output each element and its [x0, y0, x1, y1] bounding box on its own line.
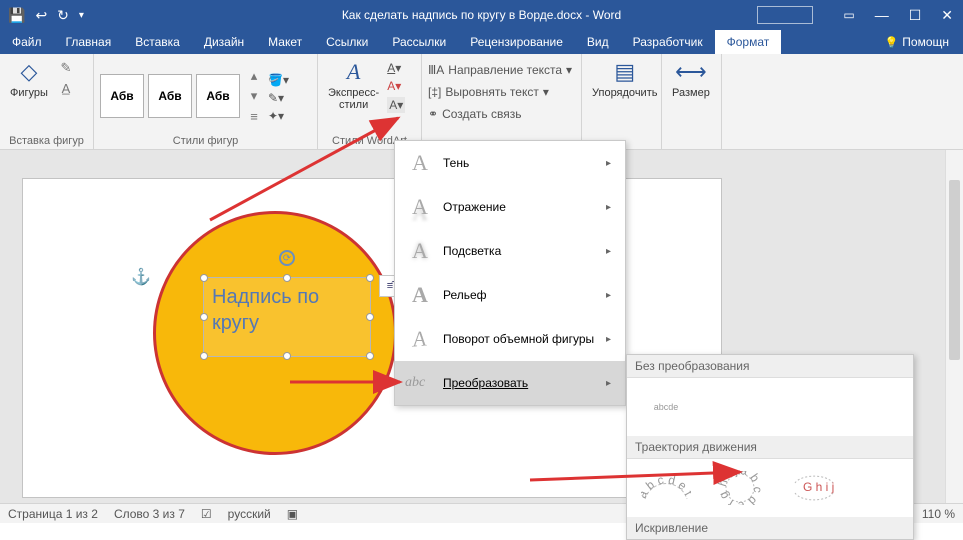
- transform-submenu: Без преобразования abcde Траектория движ…: [626, 354, 914, 540]
- group-label-insert-shapes: Вставка фигур: [4, 135, 89, 149]
- submenu-section-follow-path: Траектория движения: [627, 436, 913, 459]
- effect-bevel[interactable]: AРельеф▸: [395, 273, 625, 317]
- close-icon[interactable]: ✕: [941, 7, 953, 24]
- svg-text:a b c d e f g h i j k l m: a b c d e f g h i j k l m: [715, 471, 765, 505]
- align-text-button[interactable]: [‡] Выровнять текст ▾: [428, 85, 572, 99]
- scroll-thumb[interactable]: [949, 180, 960, 360]
- size-icon: ⟷: [675, 59, 707, 85]
- resize-handle[interactable]: [366, 274, 374, 282]
- effect-glow[interactable]: AПодсветка▸: [395, 229, 625, 273]
- submenu-section-warp: Искривление: [627, 517, 913, 539]
- text-effects-icon[interactable]: A▾: [387, 97, 405, 113]
- status-macro-icon[interactable]: ▣: [287, 507, 298, 521]
- tab-view[interactable]: Вид: [575, 30, 621, 54]
- text-fill-icon[interactable]: A▾: [387, 61, 405, 75]
- svg-text:G h i j: G h i j: [803, 480, 834, 494]
- ribbon: ◇ Фигуры ✎ A̲ Вставка фигур Абв Абв Абв …: [0, 54, 963, 150]
- status-words[interactable]: Слово 3 из 7: [114, 507, 185, 521]
- tab-design[interactable]: Дизайн: [192, 30, 256, 54]
- resize-handle[interactable]: [200, 352, 208, 360]
- anchor-icon[interactable]: ⚓: [131, 267, 151, 287]
- resize-handle[interactable]: [283, 274, 291, 282]
- text-box-content[interactable]: Надпись по кругу: [204, 278, 370, 342]
- save-icon[interactable]: 💾: [8, 7, 25, 24]
- tab-references[interactable]: Ссылки: [314, 30, 380, 54]
- resize-handle[interactable]: [283, 352, 291, 360]
- text-effects-dropdown: AТень▸ AОтражение▸ AПодсветка▸ AРельеф▸ …: [394, 140, 626, 406]
- tab-format[interactable]: Формат: [715, 30, 782, 54]
- tab-developer[interactable]: Разработчик: [621, 30, 715, 54]
- tab-layout[interactable]: Макет: [256, 30, 314, 54]
- system-buttons: ▭ — ☐ ✕: [757, 6, 959, 24]
- qat-more-icon[interactable]: ▾: [79, 10, 84, 21]
- submenu-section-no-transform: Без преобразования: [627, 355, 913, 378]
- shape-outline-icon[interactable]: ✎▾: [268, 91, 289, 105]
- insert-shapes-button[interactable]: ◇ Фигуры: [4, 57, 54, 101]
- resize-handle[interactable]: [200, 313, 208, 321]
- status-proofing-icon[interactable]: ☑: [201, 507, 212, 521]
- resize-handle[interactable]: [366, 313, 374, 321]
- resize-handle[interactable]: [366, 352, 374, 360]
- rotation-handle-icon[interactable]: ⟳: [279, 250, 295, 266]
- transform-circle[interactable]: a b c d e f g h i j k l m: [713, 469, 767, 507]
- text-box-icon[interactable]: A̲: [56, 79, 76, 97]
- minimize-icon[interactable]: —: [875, 7, 889, 23]
- svg-text:a b c d e f: a b c d e f: [641, 473, 691, 501]
- size-button[interactable]: ⟷ Размер: [666, 57, 716, 101]
- zoom-percent[interactable]: 110 %: [922, 507, 955, 521]
- shape-fill-icon[interactable]: 🪣▾: [268, 73, 289, 87]
- quick-styles-button[interactable]: A Экспресс- стили: [322, 57, 385, 113]
- effect-transform[interactable]: abcПреобразовать▸: [395, 361, 625, 405]
- text-outline-icon[interactable]: A▾: [387, 79, 405, 93]
- status-language[interactable]: русский: [228, 507, 271, 521]
- edit-shape-icon[interactable]: ✎: [56, 59, 76, 77]
- tab-review[interactable]: Рецензирование: [458, 30, 575, 54]
- window-title: Как сделать надпись по кругу в Ворде.doc…: [342, 8, 621, 22]
- transform-arch-up[interactable]: a b c d e f: [639, 469, 693, 507]
- shape-style-2[interactable]: Абв: [148, 74, 192, 118]
- resize-handle[interactable]: [200, 274, 208, 282]
- quick-access-toolbar: 💾 ↩ ↻ ▾: [4, 7, 84, 24]
- effect-reflection[interactable]: AОтражение▸: [395, 185, 625, 229]
- tab-home[interactable]: Главная: [54, 30, 124, 54]
- gallery-up-icon[interactable]: ▴: [244, 67, 264, 85]
- arrange-button[interactable]: ▤ Упорядочить: [586, 57, 663, 101]
- shape-effects-icon[interactable]: ✦▾: [268, 109, 289, 123]
- shapes-icon: ◇: [21, 59, 38, 85]
- shape-style-3[interactable]: Абв: [196, 74, 240, 118]
- gallery-more-icon[interactable]: ≡: [244, 107, 264, 125]
- tab-file[interactable]: Файл: [0, 30, 54, 54]
- tell-me-help[interactable]: Помощн: [871, 30, 963, 54]
- group-label-shape-styles: Стили фигур: [98, 135, 313, 149]
- shape-style-1[interactable]: Абв: [100, 74, 144, 118]
- ribbon-options-icon[interactable]: ▭: [843, 8, 854, 22]
- tab-mailings[interactable]: Рассылки: [380, 30, 458, 54]
- ribbon-tabs: Файл Главная Вставка Дизайн Макет Ссылки…: [0, 30, 963, 54]
- text-box-shape[interactable]: ⟳ Надпись по кругу: [203, 277, 371, 357]
- maximize-icon[interactable]: ☐: [909, 7, 922, 24]
- arrange-icon: ▤: [614, 59, 635, 85]
- effect-3d-rotation[interactable]: AПоворот объемной фигуры▸: [395, 317, 625, 361]
- vertical-scrollbar[interactable]: [945, 150, 963, 503]
- transform-button[interactable]: G h i j: [787, 469, 841, 507]
- user-account-box[interactable]: [757, 6, 813, 24]
- tab-insert[interactable]: Вставка: [123, 30, 192, 54]
- create-link-button[interactable]: ⚭ Создать связь: [428, 107, 572, 121]
- redo-icon[interactable]: ↻: [57, 7, 69, 24]
- quick-styles-icon: A: [347, 59, 360, 85]
- title-bar: 💾 ↩ ↻ ▾ Как сделать надпись по кругу в В…: [0, 0, 963, 30]
- transform-option-none[interactable]: abcde: [639, 388, 693, 426]
- gallery-down-icon[interactable]: ▾: [244, 87, 264, 105]
- effect-shadow[interactable]: AТень▸: [395, 141, 625, 185]
- status-page[interactable]: Страница 1 из 2: [8, 507, 98, 521]
- text-direction-button[interactable]: ⅢA Направление текста ▾: [428, 63, 572, 77]
- undo-icon[interactable]: ↩: [35, 7, 47, 24]
